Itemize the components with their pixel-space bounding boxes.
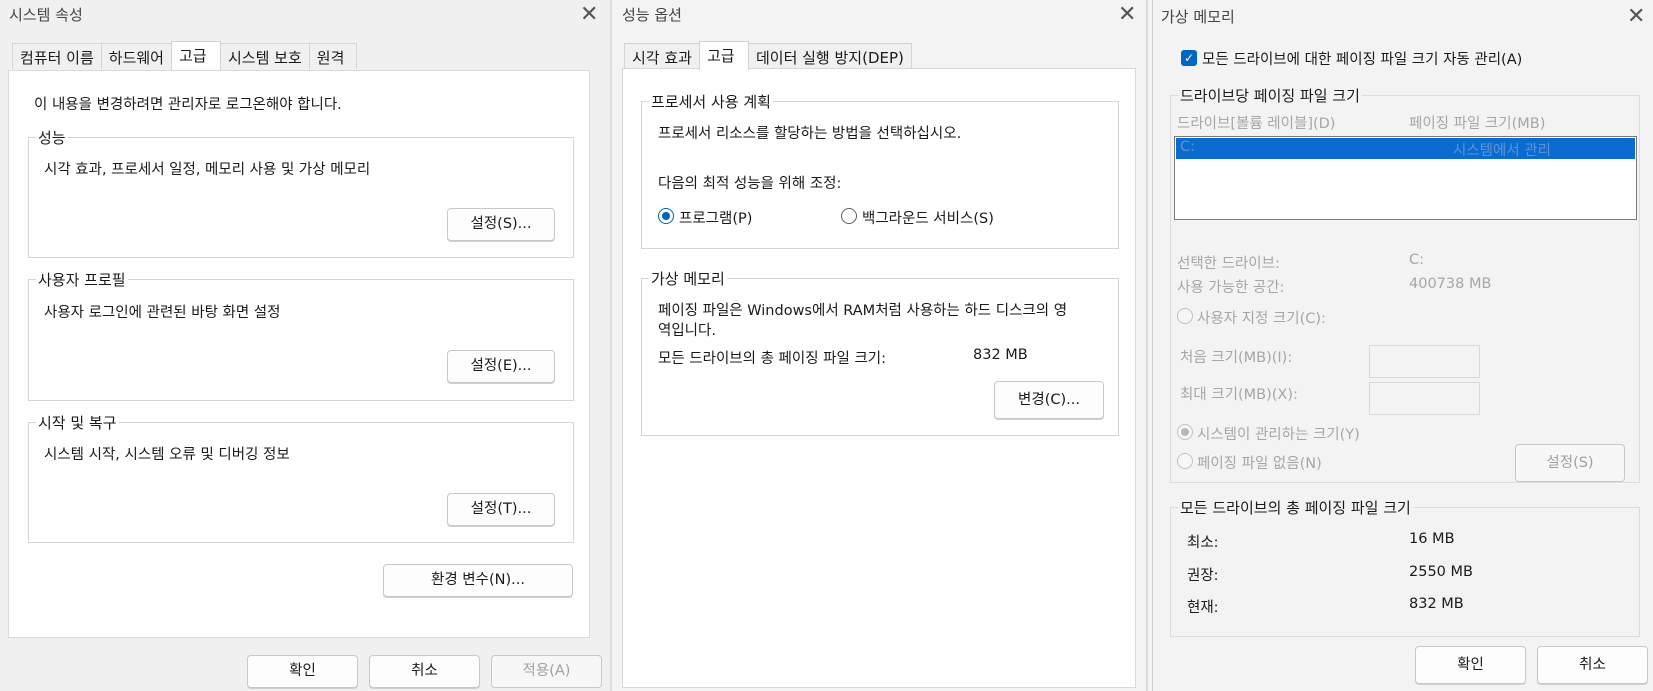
list-item-drive: C:	[1180, 139, 1196, 155]
tab-dep[interactable]: 데이터 실행 방지(DEP)	[747, 43, 912, 69]
group-label: 가상 메모리	[649, 268, 727, 289]
total-paging-value: 832 MB	[973, 347, 1028, 363]
recommended-value: 2550 MB	[1409, 564, 1473, 580]
group-label: 성능	[36, 127, 68, 148]
environment-variables-button[interactable]: 환경 변수(N)...	[383, 564, 573, 597]
group-label: 프로세서 사용 계획	[649, 91, 773, 112]
tab-panel: 프로세서 사용 계획 프로세서 리소스를 할당하는 방법을 선택하십시오. 다음…	[622, 68, 1136, 688]
close-icon[interactable]: ✕	[580, 4, 598, 26]
current-value: 832 MB	[1409, 596, 1464, 612]
tab-hardware[interactable]: 하드웨어	[100, 43, 172, 69]
drive-column-header: 드라이브[볼륨 레이블](D)	[1177, 116, 1336, 132]
group-description: 사용자 로그인에 관련된 바탕 화면 설정	[44, 305, 281, 321]
vm-description-line2: 역입니다.	[658, 323, 716, 339]
free-space-label: 사용 가능한 공간:	[1177, 280, 1285, 296]
list-item[interactable]: C: 시스템에서 관리	[1176, 138, 1635, 159]
performance-settings-button[interactable]: 설정(S)...	[447, 208, 555, 241]
max-size-label: 최대 크기(MB)(X):	[1180, 387, 1298, 403]
group-label: 모든 드라이브의 총 페이징 파일 크기	[1178, 497, 1413, 518]
startup-recovery-group: 시작 및 복구 시스템 시작, 시스템 오류 및 디버깅 정보 설정(T)...	[28, 412, 574, 543]
system-managed-label: 시스템이 관리하는 크기(Y)	[1197, 427, 1360, 443]
tab-bar: 시각 효과 고급 데이터 실행 방지(DEP)	[624, 41, 912, 71]
apply-button[interactable]: 적용(A)	[491, 655, 602, 688]
tab-computer-name[interactable]: 컴퓨터 이름	[12, 43, 102, 69]
performance-group: 성능 시각 효과, 프로세서 일정, 메모리 사용 및 가상 메모리 설정(S)…	[28, 127, 574, 258]
max-size-input[interactable]	[1369, 382, 1480, 415]
drive-list[interactable]: C: 시스템에서 관리	[1174, 136, 1637, 220]
recommended-label: 권장:	[1187, 568, 1219, 584]
total-paging-group: 모든 드라이브의 총 페이징 파일 크기 최소: 16 MB 권장: 2550 …	[1170, 497, 1640, 637]
group-description: 시스템 시작, 시스템 오류 및 디버깅 정보	[44, 447, 290, 463]
cancel-button[interactable]: 취소	[1537, 646, 1648, 684]
list-item-size: 시스템에서 관리	[1453, 143, 1551, 159]
initial-size-input[interactable]	[1369, 345, 1480, 378]
custom-size-label: 사용자 지정 크기(C):	[1197, 311, 1326, 327]
auto-manage-checkbox[interactable]: ✓	[1181, 50, 1197, 66]
group-description: 시각 효과, 프로세서 일정, 메모리 사용 및 가상 메모리	[44, 162, 371, 178]
free-space-value: 400738 MB	[1409, 276, 1492, 292]
minimum-label: 최소:	[1187, 535, 1219, 551]
window-title: 성능 옵션	[622, 6, 682, 24]
group-description: 프로세서 리소스를 할당하는 방법을 선택하십시오.	[658, 126, 962, 142]
adjust-label: 다음의 최적 성능을 위해 조정:	[658, 176, 842, 192]
size-column-header: 페이징 파일 크기(MB)	[1409, 116, 1546, 132]
window-divider	[1146, 0, 1148, 691]
set-button[interactable]: 설정(S)	[1515, 444, 1625, 482]
initial-size-label: 처음 크기(MB)(I):	[1180, 350, 1293, 366]
tab-remote[interactable]: 원격	[308, 43, 357, 69]
minimum-value: 16 MB	[1409, 531, 1455, 547]
close-icon[interactable]: ✕	[1627, 6, 1645, 28]
tab-visual-effects[interactable]: 시각 효과	[624, 43, 700, 69]
cancel-button[interactable]: 취소	[369, 655, 480, 688]
ok-button[interactable]: 확인	[247, 655, 358, 688]
group-label: 사용자 프로필	[36, 269, 128, 290]
processor-scheduling-group: 프로세서 사용 계획 프로세서 리소스를 할당하는 방법을 선택하십시오. 다음…	[641, 91, 1119, 249]
performance-options-window: 성능 옵션 ✕ 시각 효과 고급 데이터 실행 방지(DEP) 프로세서 사용 …	[612, 0, 1146, 691]
auto-manage-label[interactable]: 모든 드라이브에 대한 페이징 파일 크기 자동 관리(A)	[1202, 48, 1522, 69]
selected-drive-value: C:	[1409, 252, 1425, 268]
profile-settings-button[interactable]: 설정(E)...	[447, 350, 555, 383]
current-label: 현재:	[1187, 600, 1219, 616]
change-button[interactable]: 변경(C)...	[994, 381, 1104, 419]
group-label: 드라이브당 페이징 파일 크기	[1178, 85, 1362, 106]
total-paging-label: 모든 드라이브의 총 페이징 파일 크기:	[658, 351, 887, 367]
system-managed-radio[interactable]	[1177, 424, 1193, 440]
close-icon[interactable]: ✕	[1118, 4, 1136, 26]
background-services-radio[interactable]	[841, 208, 857, 224]
per-drive-group: 드라이브당 페이징 파일 크기 드라이브[볼륨 레이블](D) 페이징 파일 크…	[1170, 85, 1640, 483]
system-properties-window: 시스템 속성 ✕ 컴퓨터 이름 하드웨어 고급 시스템 보호 원격 이 내용을 …	[0, 0, 610, 691]
programs-radio-label[interactable]: 프로그램(P)	[679, 207, 752, 228]
tab-system-protection[interactable]: 시스템 보호	[219, 43, 310, 69]
user-profiles-group: 사용자 프로필 사용자 로그인에 관련된 바탕 화면 설정 설정(E)...	[28, 269, 574, 401]
programs-radio[interactable]	[658, 208, 674, 224]
custom-size-radio[interactable]	[1177, 308, 1193, 324]
selected-drive-label: 선택한 드라이브:	[1177, 256, 1280, 272]
group-label: 시작 및 복구	[36, 412, 119, 433]
virtual-memory-group: 가상 메모리 페이징 파일은 Windows에서 RAM처럼 사용하는 하드 디…	[641, 268, 1119, 436]
tab-bar: 컴퓨터 이름 하드웨어 고급 시스템 보호 원격	[12, 41, 357, 71]
background-services-radio-label[interactable]: 백그라운드 서비스(S)	[862, 207, 994, 228]
window-title: 시스템 속성	[9, 6, 83, 24]
vm-description-line1: 페이징 파일은 Windows에서 RAM처럼 사용하는 하드 디스크의 영	[658, 303, 1068, 319]
ok-button[interactable]: 확인	[1415, 646, 1526, 684]
tab-advanced[interactable]: 고급	[698, 41, 749, 70]
no-paging-radio[interactable]	[1177, 453, 1193, 469]
admin-note: 이 내용을 변경하려면 관리자로 로그온해야 합니다.	[34, 97, 342, 113]
tab-panel: 이 내용을 변경하려면 관리자로 로그온해야 합니다. 성능 시각 효과, 프로…	[8, 70, 590, 638]
virtual-memory-window: 가상 메모리 ✕ ✓ 모든 드라이브에 대한 페이징 파일 크기 자동 관리(A…	[1152, 0, 1653, 691]
startup-settings-button[interactable]: 설정(T)...	[447, 493, 555, 526]
tab-advanced[interactable]: 고급	[170, 41, 221, 70]
window-title: 가상 메모리	[1161, 8, 1235, 26]
no-paging-label: 페이징 파일 없음(N)	[1197, 456, 1322, 472]
